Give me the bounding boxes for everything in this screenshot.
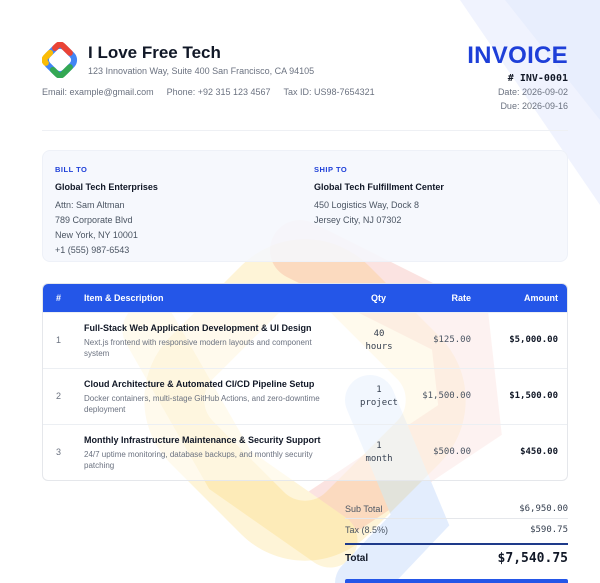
invoice-number: # INV-0001 bbox=[507, 73, 568, 84]
bill-to-name: Global Tech Enterprises bbox=[55, 182, 158, 192]
invoice-due-date: Due: 2026-09-16 bbox=[500, 101, 568, 111]
item-rate: $1,500.00 bbox=[422, 391, 471, 401]
table-row: 3 Monthly Infrastructure Maintenance & S… bbox=[43, 424, 567, 480]
footer-accent-bar bbox=[345, 579, 568, 583]
table-header: # Item & Description Qty Rate Amount bbox=[43, 284, 567, 312]
billing-info-box: BILL TO Global Tech Enterprises Attn: Sa… bbox=[42, 150, 568, 262]
header-divider bbox=[42, 130, 568, 131]
item-qty: 40 hours bbox=[343, 328, 415, 354]
qty-unit: hours bbox=[365, 342, 393, 352]
header-amount: Amount bbox=[524, 293, 558, 303]
bill-to-attn: Attn: Sam Altman bbox=[55, 200, 125, 210]
item-qty: 1 month bbox=[343, 440, 415, 466]
qty-unit: month bbox=[365, 454, 393, 464]
total-value: $7,540.75 bbox=[497, 551, 568, 566]
item-amount: $5,000.00 bbox=[509, 335, 558, 345]
header-qty: Qty bbox=[371, 293, 387, 303]
bill-to-section: BILL TO Global Tech Enterprises Attn: Sa… bbox=[55, 165, 158, 258]
ship-to-name: Global Tech Fulfillment Center bbox=[314, 182, 444, 192]
invoice-title: INVOICE bbox=[467, 42, 568, 69]
table-row: 1 Full-Stack Web Application Development… bbox=[43, 312, 567, 368]
table-row: 2 Cloud Architecture & Automated CI/CD P… bbox=[43, 368, 567, 424]
item-rate: $125.00 bbox=[433, 335, 471, 345]
qty-unit: project bbox=[360, 398, 398, 408]
subtotal-label: Sub Total bbox=[345, 504, 383, 514]
invoice-page: I Love Free Tech 123 Innovation Way, Sui… bbox=[0, 0, 600, 583]
header-rate: Rate bbox=[451, 293, 471, 303]
ship-to-street: 450 Logistics Way, Dock 8 bbox=[314, 200, 420, 210]
row-number: 3 bbox=[56, 447, 62, 457]
company-logo-icon bbox=[42, 42, 78, 78]
ship-to-label: SHIP TO bbox=[314, 165, 348, 174]
header-item-description: Item & Description bbox=[84, 293, 164, 303]
item-title: Monthly Infrastructure Maintenance & Sec… bbox=[84, 435, 321, 445]
ship-to-section: SHIP TO Global Tech Fulfillment Center 4… bbox=[314, 165, 444, 228]
header-number: # bbox=[56, 293, 62, 303]
company-phone: Phone: +92 315 123 4567 bbox=[166, 87, 271, 97]
item-rate: $500.00 bbox=[433, 447, 471, 457]
item-amount: $450.00 bbox=[520, 447, 558, 457]
qty-value: 40 bbox=[373, 329, 385, 339]
bill-to-city: New York, NY 10001 bbox=[55, 230, 138, 240]
item-title: Full-Stack Web Application Development &… bbox=[84, 323, 312, 333]
item-qty: 1 project bbox=[343, 384, 415, 410]
item-title: Cloud Architecture & Automated CI/CD Pip… bbox=[84, 379, 315, 389]
row-number: 1 bbox=[56, 335, 62, 345]
company-email: Email: example@gmail.com bbox=[42, 87, 154, 97]
row-number: 2 bbox=[56, 391, 62, 401]
qty-value: 1 bbox=[376, 441, 382, 451]
company-contact-row: Email: example@gmail.com Phone: +92 315 … bbox=[42, 87, 375, 97]
tax-value: $590.75 bbox=[530, 525, 568, 535]
bill-to-street: 789 Corporate Blvd bbox=[55, 215, 133, 225]
invoice-date: Date: 2026-09-02 bbox=[497, 87, 568, 97]
item-description: Next.js frontend with responsive modern … bbox=[84, 338, 312, 358]
item-amount: $1,500.00 bbox=[509, 391, 558, 401]
company-tax-id: Tax ID: US98-7654321 bbox=[283, 87, 375, 97]
line-items-table: # Item & Description Qty Rate Amount 1 F… bbox=[42, 283, 568, 481]
item-description: Docker containers, multi-stage GitHub Ac… bbox=[84, 394, 320, 414]
tax-label: Tax (8.5%) bbox=[345, 525, 389, 535]
bill-to-label: BILL TO bbox=[55, 165, 88, 174]
subtotal-value: $6,950.00 bbox=[519, 504, 568, 514]
subtotal-divider bbox=[345, 518, 568, 519]
company-address: 123 Innovation Way, Suite 400 San Franci… bbox=[88, 66, 315, 76]
bill-to-phone: +1 (555) 987-6543 bbox=[55, 245, 130, 255]
total-label: Total bbox=[345, 553, 369, 564]
total-divider bbox=[345, 543, 568, 545]
item-description: 24/7 uptime monitoring, database backups… bbox=[84, 450, 313, 470]
qty-value: 1 bbox=[376, 385, 382, 395]
company-name: I Love Free Tech bbox=[88, 43, 221, 62]
ship-to-city: Jersey City, NJ 07302 bbox=[314, 215, 402, 225]
